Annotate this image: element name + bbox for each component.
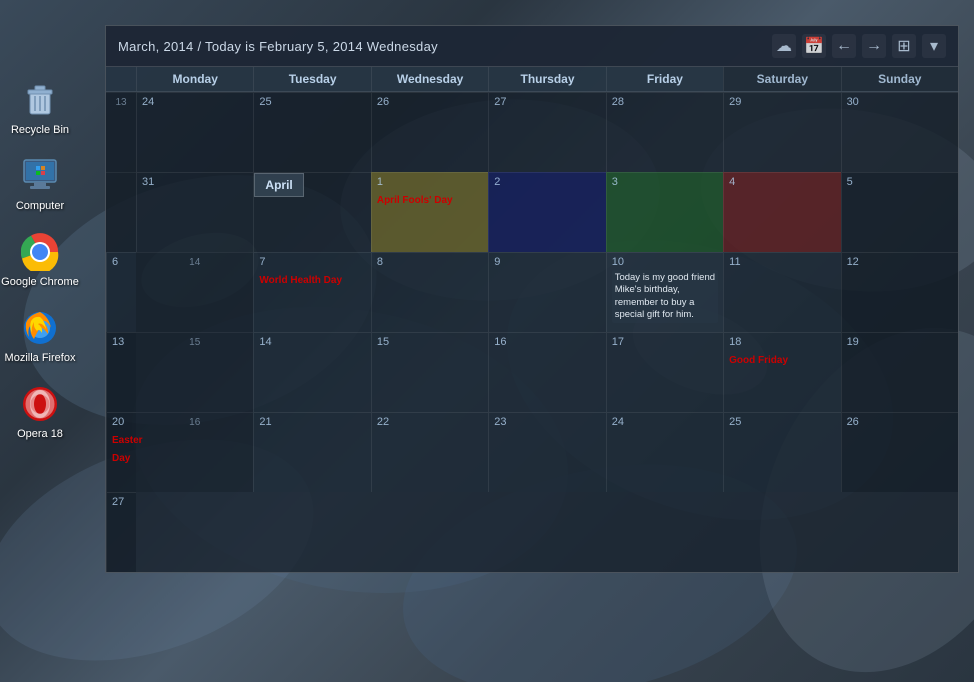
cell-apr4[interactable]: 4 [723,172,840,252]
cell-apr21[interactable]: 21 [253,412,370,492]
world-health-event: World Health Day [259,275,342,286]
calendar-view-button[interactable]: 📅 [802,34,826,58]
header-monday: Monday [136,67,253,91]
computer-icon[interactable]: Computer [16,156,64,212]
week-14: 14 [136,252,253,332]
cell-apr12[interactable]: 12 [841,252,958,332]
cell-mar31[interactable]: 31 [136,172,253,252]
chrome-label: Google Chrome [1,276,79,288]
cell-apr13[interactable]: 13 [106,332,136,412]
forward-button[interactable]: → [862,34,886,58]
cell-apr6[interactable]: 6 [106,252,136,332]
header-tuesday: Tuesday [253,67,370,91]
april-month-popup: April [254,173,303,197]
recycle-bin-label: Recycle Bin [11,124,69,136]
opera-icon[interactable]: Opera 18 [17,384,63,440]
calendar-widget: March, 2014 / Today is February 5, 2014 … [105,25,959,573]
cell-apr19[interactable]: 19 [841,332,958,412]
cell-feb28[interactable]: 28 [606,92,723,172]
cell-apr7[interactable]: 7 World Health Day [253,252,370,332]
cell-apr15[interactable]: 15 [371,332,488,412]
week-num-header [106,67,136,91]
calendar-grid: 13 24 25 26 27 28 29 30 31 April 1 April… [106,92,958,572]
recycle-bin-image [20,80,60,120]
google-chrome-icon[interactable]: Google Chrome [1,232,79,288]
cell-mar2[interactable]: 30 [841,92,958,172]
cell-apr1[interactable]: 1 April Fools' Day [371,172,488,252]
cell-apr3[interactable]: 3 [606,172,723,252]
cell-apr8[interactable]: 8 [371,252,488,332]
week-15: 15 [136,332,253,412]
menu-button[interactable]: ▾ [922,34,946,58]
cell-apr16[interactable]: 16 [488,332,605,412]
week-blank [106,172,136,252]
week-16: 16 [136,412,253,492]
cell-feb25[interactable]: 25 [253,92,370,172]
cell-apr25[interactable]: 25 [723,412,840,492]
header-friday: Friday [606,67,723,91]
chrome-image [20,232,60,272]
april-fools-event: April Fools' Day [377,195,453,206]
opera-image [20,384,60,424]
cell-feb26[interactable]: 26 [371,92,488,172]
mozilla-firefox-icon[interactable]: Mozilla Firefox [5,308,76,364]
cell-apr9[interactable]: 9 [488,252,605,332]
cell-feb27[interactable]: 27 [488,92,605,172]
calendar-title: March, 2014 / Today is February 5, 2014 … [118,39,438,54]
cell-apr14[interactable]: 14 [253,332,370,412]
desktop-icons: Recycle Bin Computer [0,80,80,440]
cell-apr24[interactable]: 24 [606,412,723,492]
week-13: 13 [106,92,136,172]
cloud-button[interactable]: ☁ [772,34,796,58]
cell-apr18[interactable]: 18 Good Friday [723,332,840,412]
good-friday-event: Good Friday [729,355,788,366]
header-thursday: Thursday [488,67,605,91]
back-button[interactable]: ← [832,34,856,58]
cell-apr10[interactable]: 10 Today is my good friend Mike's birthd… [606,252,723,332]
cell-apr2[interactable]: 2 [488,172,605,252]
cell-mar1[interactable]: 29 [723,92,840,172]
birthday-note: Today is my good friend Mike's birthday,… [612,270,718,323]
cell-apr26[interactable]: 26 [841,412,958,492]
day-headers: Monday Tuesday Wednesday Thursday Friday… [106,67,958,92]
cell-apr20[interactable]: 20 Easter Day [106,412,136,492]
cell-apr11[interactable]: 11 [723,252,840,332]
header-sunday: Sunday [841,67,958,91]
cell-apr22[interactable]: 22 [371,412,488,492]
firefox-label: Mozilla Firefox [5,352,76,364]
computer-label: Computer [16,200,64,212]
recycle-bin-icon[interactable]: Recycle Bin [11,80,69,136]
header-wednesday: Wednesday [371,67,488,91]
cell-apr-label[interactable]: April [253,172,370,252]
opera-label: Opera 18 [17,428,63,440]
cell-feb24[interactable]: 24 [136,92,253,172]
header-saturday: Saturday [723,67,840,91]
calendar-header: March, 2014 / Today is February 5, 2014 … [106,26,958,67]
calendar-controls: ☁ 📅 ← → ⊞ ▾ [772,34,946,58]
cell-apr23[interactable]: 23 [488,412,605,492]
window-button[interactable]: ⊞ [892,34,916,58]
cell-apr5[interactable]: 5 [841,172,958,252]
computer-image [20,156,60,196]
cell-apr27[interactable]: 27 [106,492,136,572]
firefox-image [20,308,60,348]
cell-apr17[interactable]: 17 [606,332,723,412]
